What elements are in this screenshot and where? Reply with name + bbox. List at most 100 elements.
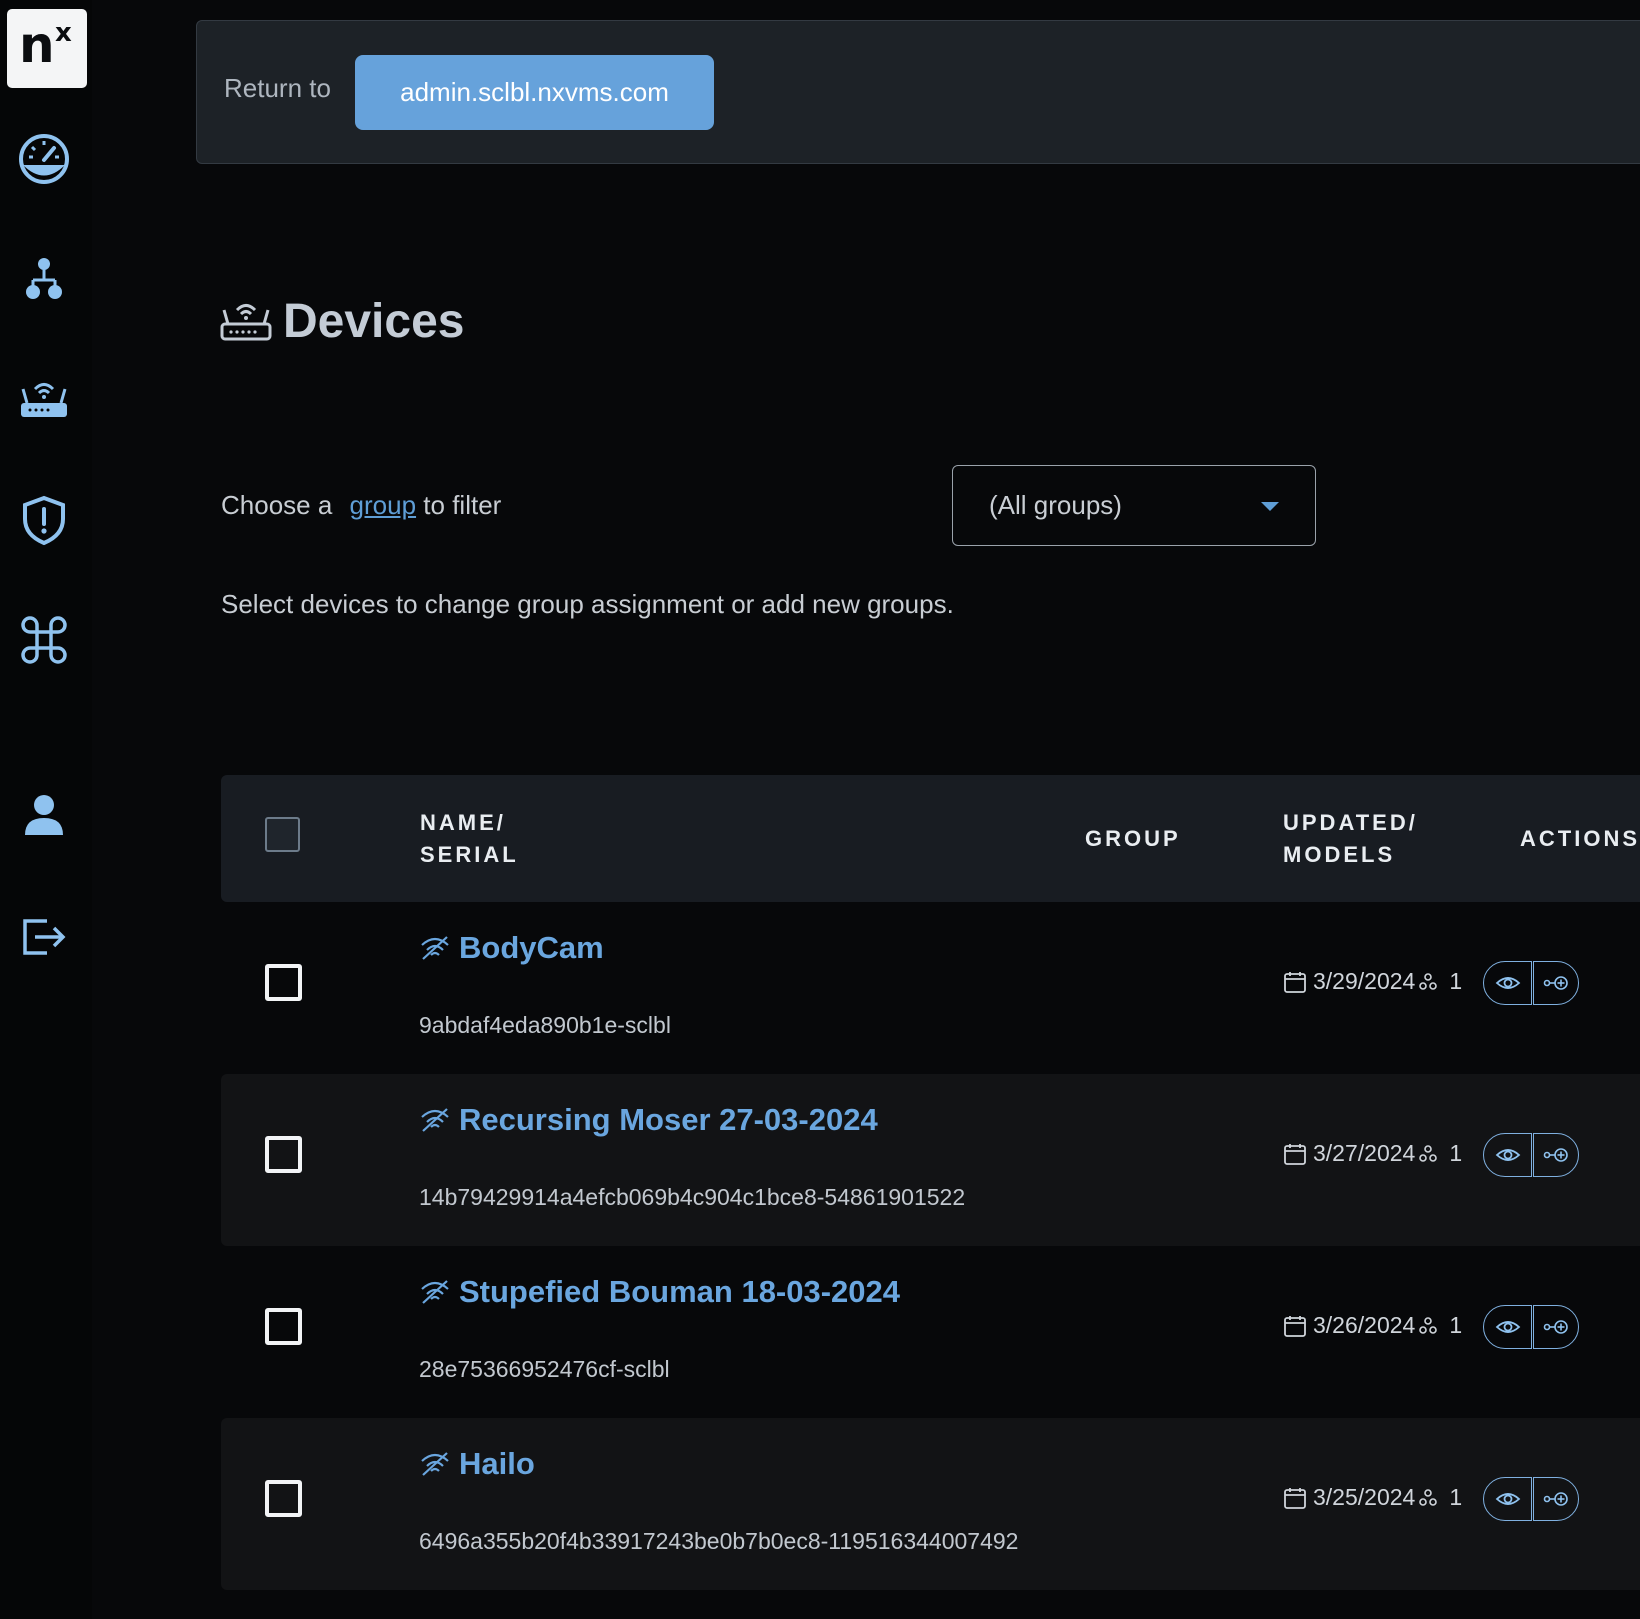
nav-logout[interactable] (14, 906, 74, 966)
user-icon (25, 795, 63, 835)
updated-date: 3/25/2024 (1313, 1484, 1416, 1510)
device-name[interactable]: Hailo (419, 1446, 535, 1482)
device-name-text: Stupefied Bouman 18-03-2024 (459, 1274, 901, 1309)
connect-plus-icon (1543, 1320, 1568, 1334)
table-row: BodyCam 9abdaf4eda890b1e-sclbl 3/29/2024… (221, 902, 1640, 1074)
logout-icon (23, 919, 66, 955)
device-name[interactable]: Stupefied Bouman 18-03-2024 (419, 1274, 900, 1310)
row-checkbox[interactable] (265, 1136, 302, 1173)
nav-devices[interactable] (14, 370, 74, 430)
row-checkbox[interactable] (265, 1480, 302, 1517)
view-button[interactable] (1483, 961, 1532, 1005)
group-select-value: (All groups) (989, 490, 1122, 520)
updated-date: 3/27/2024 (1313, 1140, 1416, 1166)
nav-user[interactable] (14, 786, 74, 846)
return-bar: Return to admin.sclbl.nxvms.com (196, 20, 1640, 164)
eye-icon (1495, 1493, 1520, 1505)
filter-prefix: Choose a (221, 490, 333, 520)
updated-models: 3/25/2024 1 (1283, 1484, 1462, 1511)
device-name[interactable]: Recursing Moser 27-03-2024 (419, 1102, 878, 1138)
filter-suffix: to filter (423, 490, 502, 520)
models-icon (1419, 972, 1438, 990)
select-all-checkbox[interactable] (265, 817, 300, 852)
models-count: 1 (1449, 968, 1463, 994)
eye-icon (1495, 1321, 1520, 1333)
eye-icon (1495, 1149, 1520, 1161)
logo-superscript: x (55, 18, 72, 48)
view-button[interactable] (1483, 1477, 1532, 1521)
helper-text: Select devices to change group assignmen… (221, 589, 954, 619)
row-actions (1483, 1477, 1579, 1521)
device-name-text: Hailo (459, 1446, 535, 1481)
deploy-button[interactable] (1533, 1477, 1579, 1521)
view-button[interactable] (1483, 1305, 1532, 1349)
header-name: NAME/ (420, 810, 506, 835)
header-models: MODELS (1283, 842, 1396, 867)
calendar-icon (1284, 1143, 1306, 1165)
device-serial: 9abdaf4eda890b1e-sclbl (419, 1012, 671, 1038)
nav-command[interactable] (14, 610, 74, 670)
speedometer-icon (19, 134, 69, 184)
row-checkbox[interactable] (265, 964, 302, 1001)
calendar-icon (1284, 971, 1306, 993)
row-actions (1483, 1133, 1579, 1177)
shield-alert-icon (23, 495, 65, 546)
device-name-text: Recursing Moser 27-03-2024 (459, 1102, 878, 1137)
connect-plus-icon (1543, 1492, 1568, 1506)
deploy-button[interactable] (1533, 1133, 1579, 1177)
updated-models: 3/29/2024 1 (1283, 968, 1462, 995)
filter-text: Choose a group to filter (221, 490, 501, 521)
offline-wifi-icon (421, 1108, 449, 1132)
table-header: NAME/ SERIAL GROUP UPDATED/ MODELS ACTIO… (221, 775, 1640, 902)
page-title: Devices (219, 294, 464, 349)
sidebar: n x (0, 0, 92, 1619)
calendar-icon (1284, 1487, 1306, 1509)
updated-models: 3/26/2024 1 (1283, 1312, 1462, 1339)
device-name-text: BodyCam (459, 930, 604, 965)
device-serial: 28e75366952476cf-sclbl (419, 1356, 670, 1382)
row-actions (1483, 1305, 1579, 1349)
table-row: Hailo 6496a355b20f4b33917243be0b7b0ec8-1… (221, 1418, 1640, 1590)
calendar-icon (1284, 1315, 1306, 1337)
table-row: Recursing Moser 27-03-2024 14b79429914a4… (221, 1074, 1640, 1246)
row-checkbox[interactable] (265, 1308, 302, 1345)
caret-down-icon (1261, 502, 1279, 511)
updated-models: 3/27/2024 1 (1283, 1140, 1462, 1167)
deploy-button[interactable] (1533, 961, 1579, 1005)
group-filter-select[interactable]: (All groups) (952, 465, 1316, 546)
header-updated: UPDATED/ (1283, 810, 1418, 835)
header-name-serial: NAME/ SERIAL (420, 807, 519, 871)
models-icon (1419, 1144, 1438, 1162)
device-name[interactable]: BodyCam (419, 930, 604, 966)
nav-sitemap[interactable] (14, 250, 74, 310)
nav-security[interactable] (14, 490, 74, 550)
eye-icon (1495, 977, 1520, 989)
nx-logo[interactable]: n x (7, 9, 87, 88)
command-icon (21, 616, 67, 664)
return-button[interactable]: admin.sclbl.nxvms.com (355, 55, 714, 130)
device-serial: 6496a355b20f4b33917243be0b7b0ec8-1195163… (419, 1528, 1019, 1554)
offline-wifi-icon (421, 936, 449, 960)
deploy-button[interactable] (1533, 1305, 1579, 1349)
nav-dashboard[interactable] (14, 129, 74, 189)
row-actions (1483, 961, 1579, 1005)
table-row: Stupefied Bouman 18-03-2024 28e753669524… (221, 1246, 1640, 1418)
group-link[interactable]: group (350, 490, 417, 520)
router-icon (21, 383, 67, 417)
router-icon (220, 303, 272, 340)
header-group: GROUP (1085, 826, 1181, 851)
header-updated-models: UPDATED/ MODELS (1283, 807, 1418, 871)
device-serial: 14b79429914a4efcb069b4c904c1bce8-5486190… (419, 1184, 966, 1210)
return-label: Return to (224, 73, 331, 103)
logo-letter: n (19, 16, 55, 74)
models-icon (1419, 1488, 1438, 1506)
page-title-text: Devices (283, 295, 465, 348)
models-count: 1 (1449, 1312, 1463, 1338)
view-button[interactable] (1483, 1133, 1532, 1177)
offline-wifi-icon (421, 1452, 449, 1476)
updated-date: 3/26/2024 (1313, 1312, 1416, 1338)
models-icon (1419, 1316, 1438, 1334)
connect-plus-icon (1543, 1148, 1568, 1162)
sitemap-icon (26, 258, 62, 299)
header-serial: SERIAL (420, 842, 519, 867)
